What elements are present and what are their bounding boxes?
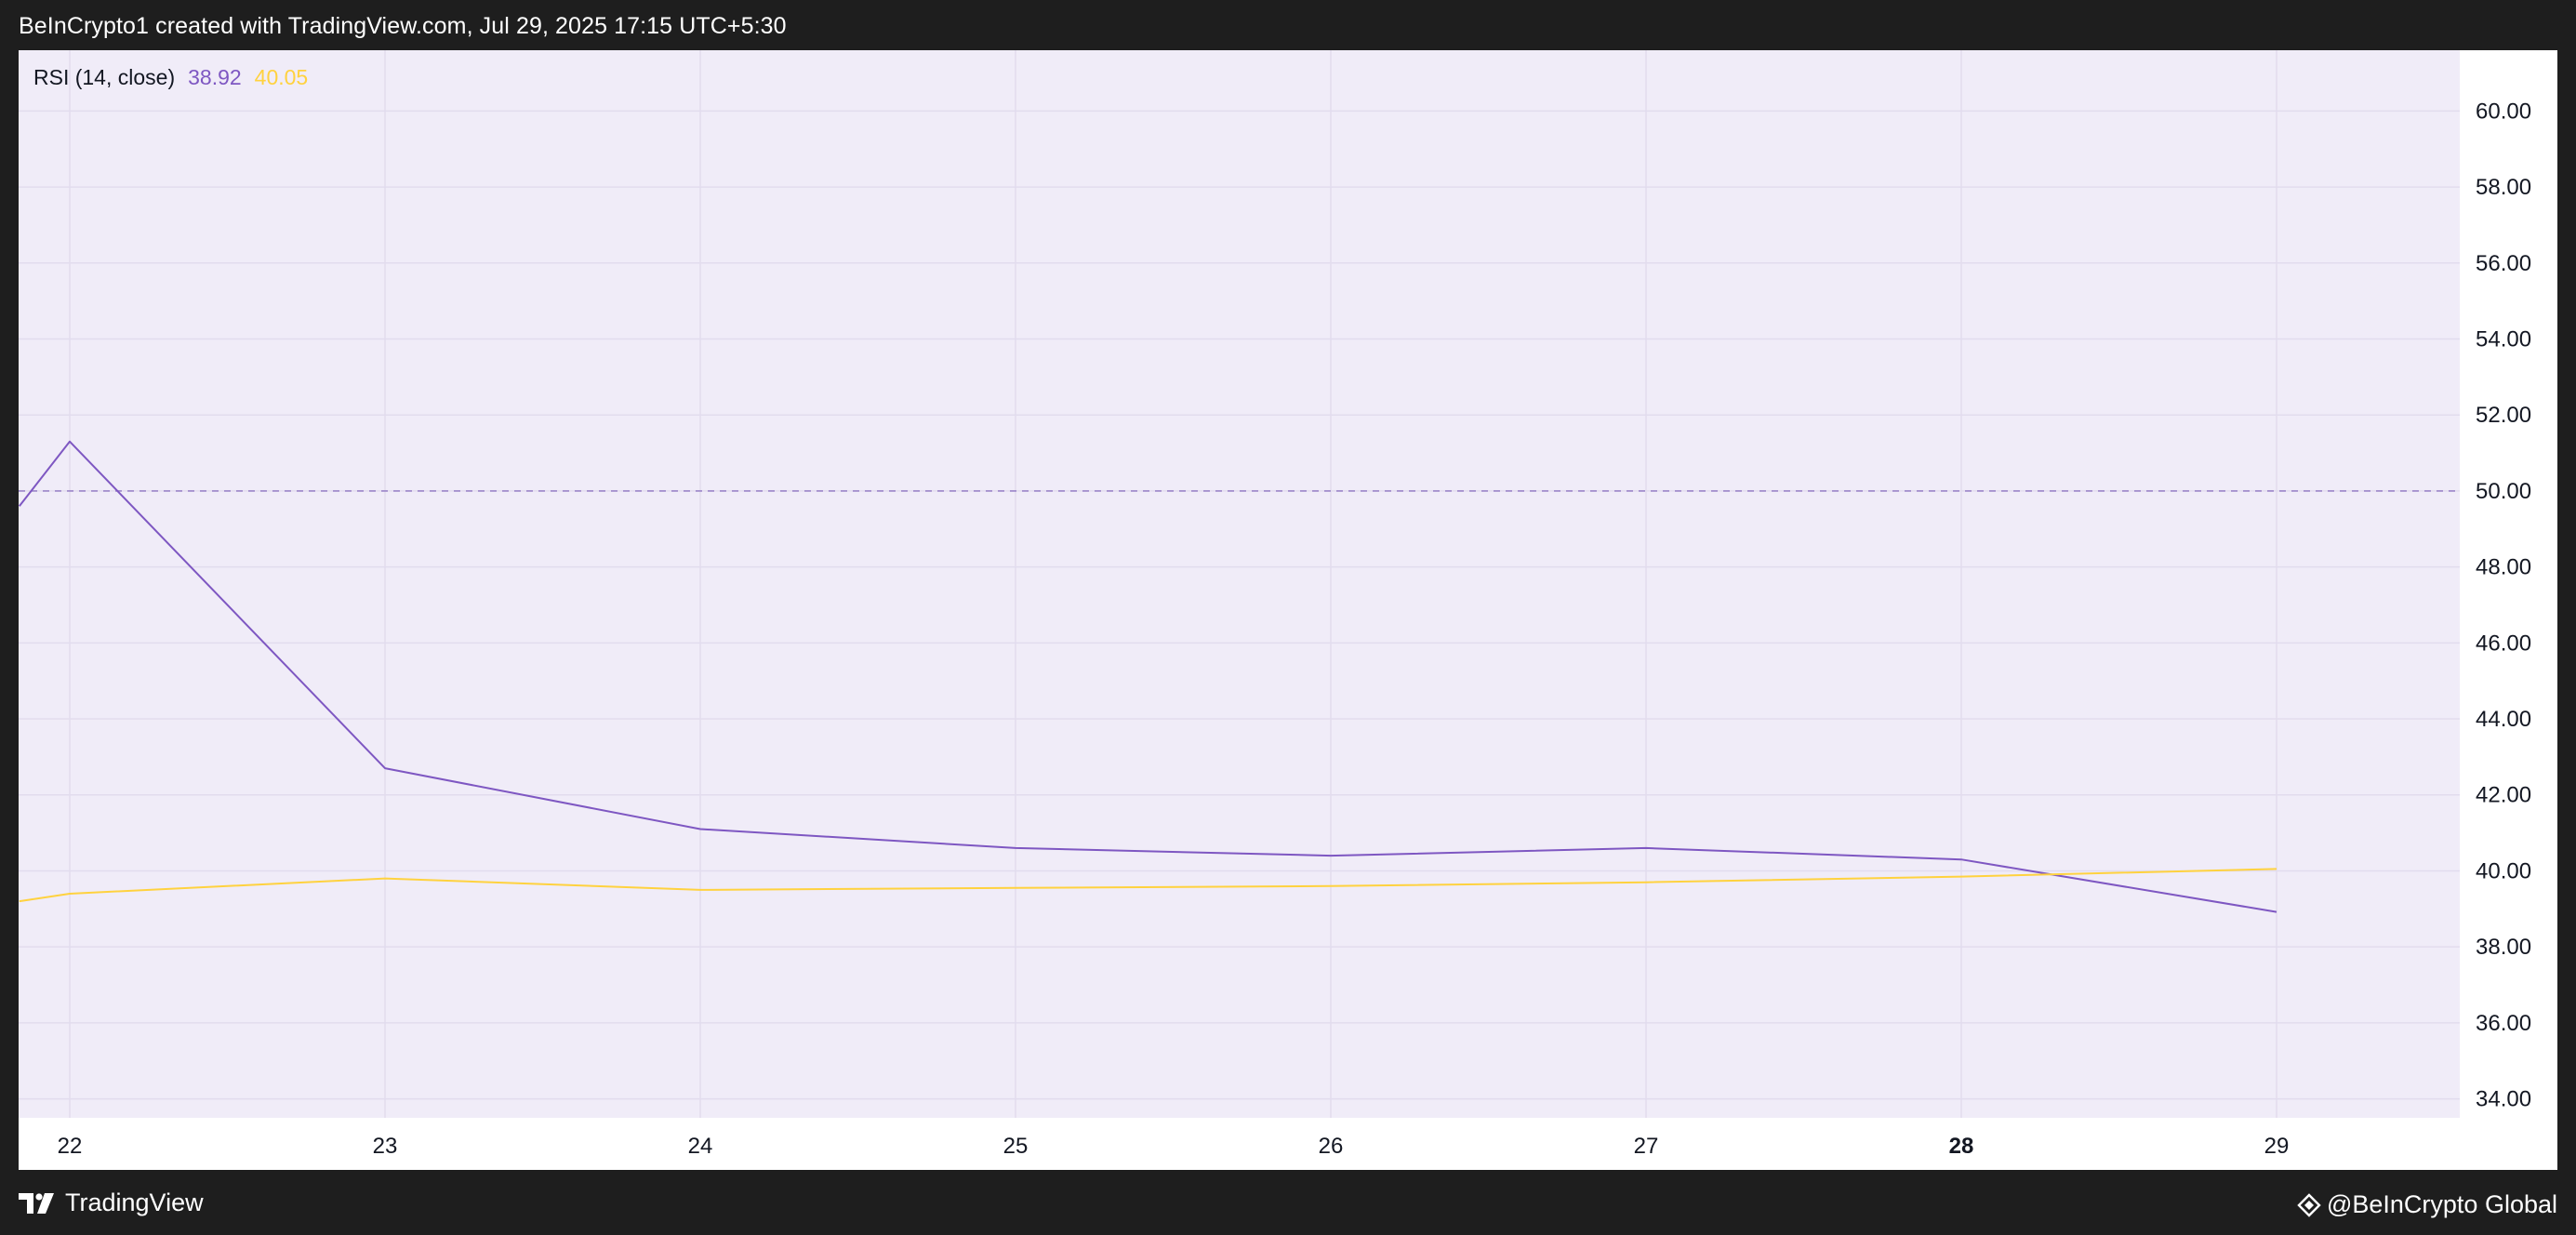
y-tick-label: 38.00: [2476, 935, 2531, 960]
x-tick-label: 24: [688, 1134, 713, 1159]
y-tick-label: 44.00: [2476, 707, 2531, 732]
y-tick-label: 60.00: [2476, 99, 2531, 124]
footer-bar: TradingView @BeInCrypto Global: [0, 1170, 2576, 1235]
y-tick-label: 46.00: [2476, 631, 2531, 656]
x-tick-label: 27: [1634, 1134, 1659, 1159]
indicator-name: RSI (14, close): [33, 65, 176, 89]
x-tick-label: 26: [1319, 1134, 1344, 1159]
y-tick-label: 50.00: [2476, 479, 2531, 504]
beincrypto-logo-icon: [2297, 1192, 2321, 1217]
x-tick-label: 23: [373, 1134, 398, 1159]
tradingview-logo: TradingView: [19, 1189, 204, 1217]
x-tick-label: 28: [1949, 1134, 1974, 1159]
y-tick-label: 56.00: [2476, 251, 2531, 276]
y-tick-label: 58.00: [2476, 175, 2531, 200]
beincrypto-watermark: @BeInCrypto Global: [2297, 1190, 2557, 1219]
y-tick-label: 52.00: [2476, 403, 2531, 428]
x-tick-label: 22: [58, 1134, 83, 1159]
rsi-ma-value: 40.05: [254, 65, 309, 89]
y-tick-label: 40.00: [2476, 858, 2531, 883]
y-tick-label: 48.00: [2476, 555, 2531, 580]
indicator-legend: RSI (14, close) 38.92 40.05: [33, 65, 308, 90]
y-tick-label: 42.00: [2476, 783, 2531, 808]
x-tick-label: 25: [1003, 1134, 1029, 1159]
y-tick-label: 54.00: [2476, 326, 2531, 352]
rsi-value: 38.92: [188, 65, 242, 89]
beincrypto-handle: @BeInCrypto Global: [2326, 1190, 2557, 1218]
y-tick-label: 34.00: [2476, 1087, 2531, 1112]
rsi-line: [19, 440, 2277, 913]
tradingview-brand: TradingView: [65, 1189, 204, 1216]
tradingview-logo-icon: [19, 1192, 54, 1214]
rsi-chart: 34.00 36.00 38.00 40.00 42.00 44.00 46.00 48.00…: [19, 50, 2531, 1159]
rsi-ma-line: [19, 868, 2277, 903]
x-tick-label: 29: [2264, 1134, 2290, 1159]
y-tick-label: 36.00: [2476, 1011, 2531, 1036]
